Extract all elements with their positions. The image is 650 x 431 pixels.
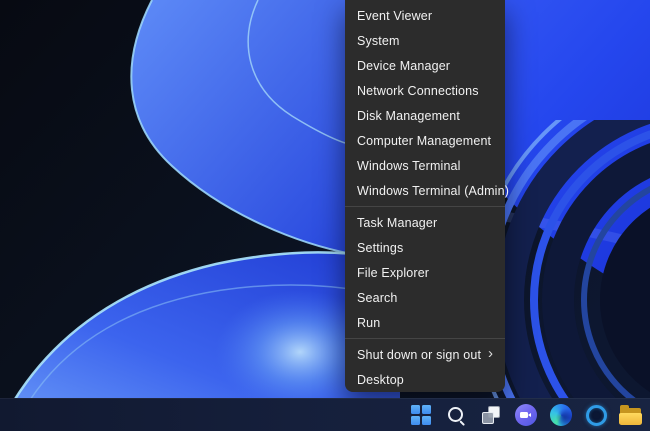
menu-item-search[interactable]: Search [345, 285, 505, 310]
menu-item-desktop[interactable]: Desktop [345, 367, 505, 392]
edge-button[interactable] [549, 403, 573, 427]
menu-item-run[interactable]: Run [345, 310, 505, 335]
menu-item-task-manager[interactable]: Task Manager [345, 210, 505, 235]
menu-item-windows-terminal[interactable]: Windows Terminal [345, 153, 505, 178]
menu-item-settings[interactable]: Settings [345, 235, 505, 260]
chat-button[interactable] [514, 403, 538, 427]
menu-item-event-viewer[interactable]: Event Viewer [345, 3, 505, 28]
task-view-button[interactable] [479, 403, 503, 427]
menu-item-device-manager[interactable]: Device Manager [345, 53, 505, 78]
menu-item-label: File Explorer [357, 265, 430, 280]
search-icon [446, 405, 466, 425]
menu-item-label: Network Connections [357, 83, 479, 98]
cortana-ring-icon [585, 404, 607, 426]
logo-square [422, 416, 431, 425]
menu-item-label: Event Viewer [357, 8, 433, 23]
file-explorer-button[interactable] [619, 403, 643, 427]
menu-item-network-connections[interactable]: Network Connections [345, 78, 505, 103]
menu-item-label: Settings [357, 240, 404, 255]
menu-item-label: Windows Terminal [357, 158, 461, 173]
menu-item-disk-management[interactable]: Disk Management [345, 103, 505, 128]
menu-item-label: Device Manager [357, 58, 451, 73]
menu-item-label: Run [357, 315, 381, 330]
task-view-icon [481, 405, 501, 425]
logo-square [411, 405, 420, 414]
taskbar-icons [409, 399, 643, 431]
menu-item-label: Shut down or sign out [357, 347, 482, 362]
edge-browser-icon [550, 404, 572, 426]
taskbar [0, 398, 650, 431]
menu-item-computer-management[interactable]: Computer Management [345, 128, 505, 153]
folder-front [619, 412, 642, 425]
menu-item-system[interactable]: System [345, 28, 505, 53]
menu-item-label: Task Manager [357, 215, 438, 230]
desktop: Event Viewer System Device Manager Netwo… [0, 0, 650, 431]
menu-separator [345, 338, 505, 339]
menu-item-label: System [357, 33, 400, 48]
logo-square [422, 405, 431, 414]
menu-item-file-explorer[interactable]: File Explorer [345, 260, 505, 285]
menu-item-label: Disk Management [357, 108, 460, 123]
cortana-button[interactable] [584, 403, 608, 427]
menu-item-shut-down-or-sign-out[interactable]: Shut down or sign out › [345, 342, 505, 367]
menu-item-label: Search [357, 290, 398, 305]
teams-chat-icon [515, 404, 537, 426]
windows-logo-icon [411, 405, 431, 425]
folder-icon [619, 404, 643, 425]
winx-context-menu: Event Viewer System Device Manager Netwo… [345, 0, 509, 392]
menu-item-windows-terminal-admin[interactable]: Windows Terminal (Admin) [345, 178, 509, 203]
menu-item-label: Desktop [357, 372, 404, 387]
search-button[interactable] [444, 403, 468, 427]
menu-item-label: Windows Terminal (Admin) [357, 183, 510, 198]
chevron-right-icon: › [488, 345, 493, 362]
wallpaper-bloom [0, 0, 650, 431]
menu-separator [345, 206, 505, 207]
logo-square [411, 416, 420, 425]
menu-item-label: Computer Management [357, 133, 492, 148]
start-button[interactable] [409, 403, 433, 427]
